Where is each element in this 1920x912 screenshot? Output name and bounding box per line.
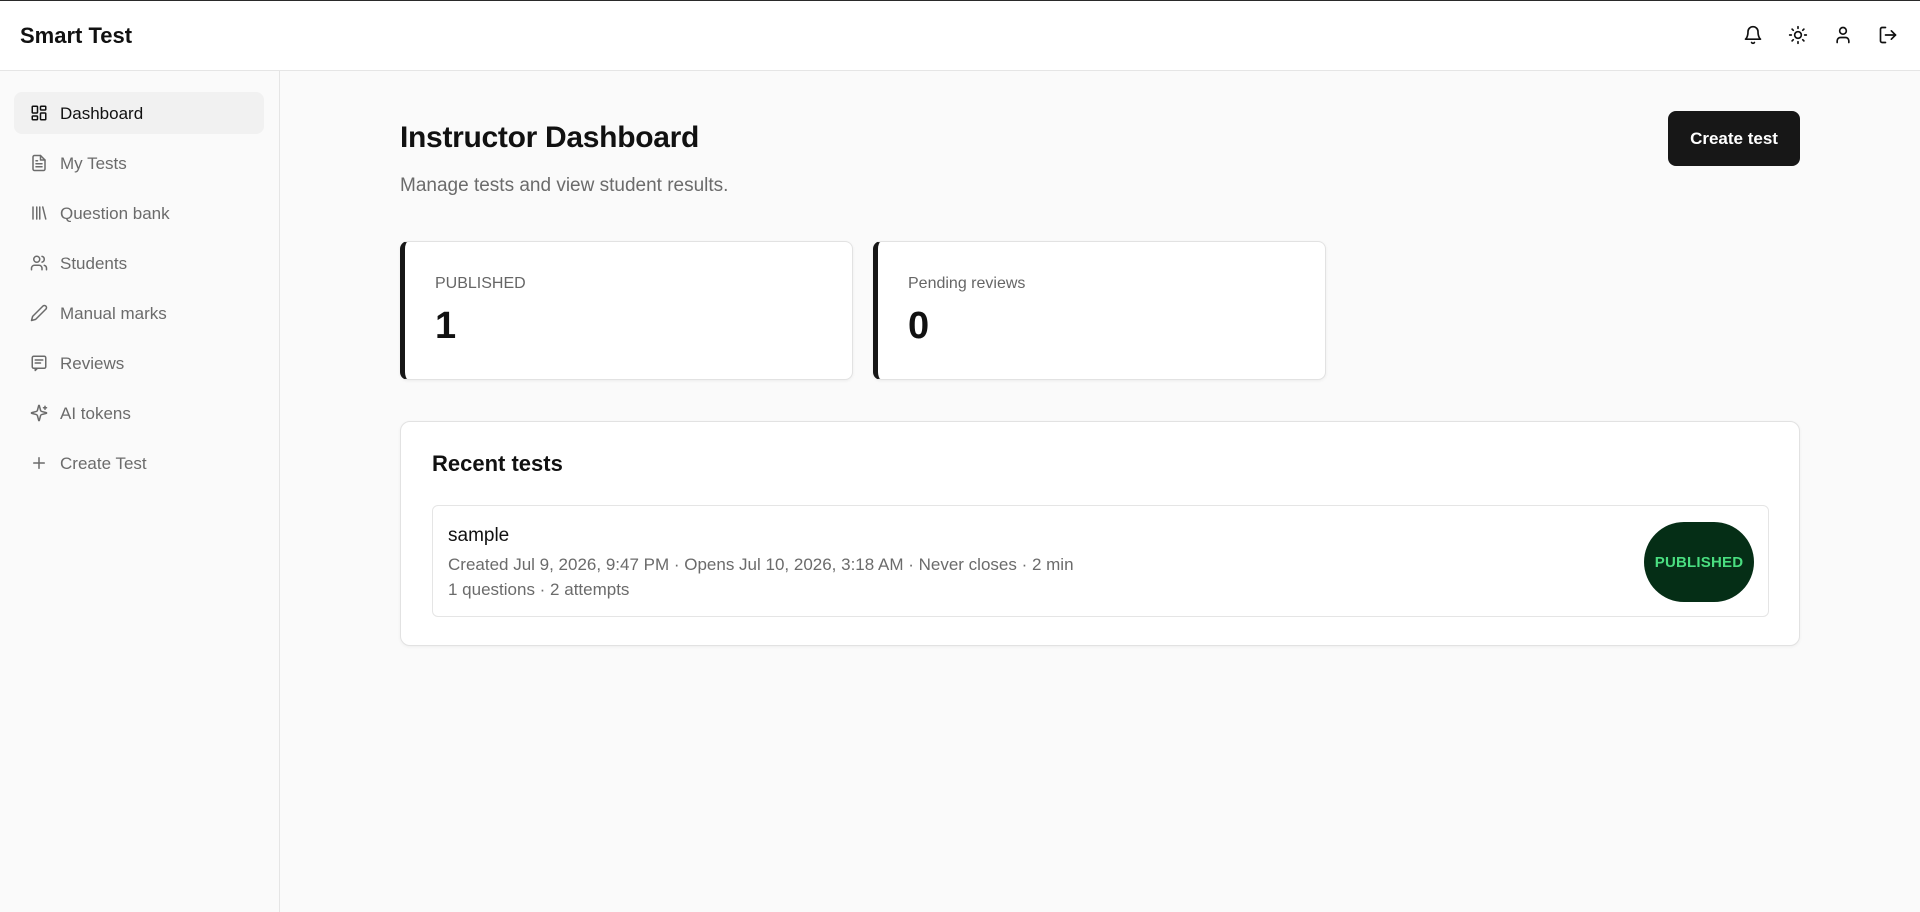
plus-icon [30, 454, 48, 472]
sidebar-item-label: Reviews [60, 353, 125, 373]
document-icon [30, 154, 48, 172]
sidebar-item-label: Students [60, 253, 128, 273]
top-bar: Smart Test [0, 0, 1920, 71]
dashboard-icon [30, 104, 48, 122]
logout-icon[interactable] [1876, 23, 1900, 47]
sidebar-item-label: Manual marks [60, 303, 167, 323]
stat-card-pending-reviews: Pending reviews 0 [873, 241, 1326, 380]
test-list-item[interactable]: sample Created Jul 9, 2026, 9:47 PM · Op… [432, 505, 1769, 617]
stat-value: 1 [435, 305, 457, 347]
users-icon [30, 254, 48, 272]
sidebar-item-manual-marks[interactable]: Manual marks [14, 292, 264, 334]
test-name: sample [448, 525, 510, 546]
sidebar-item-ai-tokens[interactable]: AI tokens [14, 392, 264, 434]
stat-card-published: PUBLISHED 1 [400, 241, 853, 380]
bell-icon[interactable] [1741, 23, 1765, 47]
stat-label: Pending reviews [908, 275, 1026, 292]
page-title: Instructor Dashboard [400, 121, 700, 154]
stat-value: 0 [908, 305, 930, 347]
sidebar-item-create-test[interactable]: Create Test [14, 442, 264, 484]
message-icon [30, 354, 48, 372]
sidebar-item-label: Dashboard [60, 103, 144, 123]
sidebar-item-question-bank[interactable]: Question bank [14, 192, 264, 234]
sidebar-item-reviews[interactable]: Reviews [14, 342, 264, 384]
create-test-button[interactable]: Create test [1668, 111, 1800, 166]
pencil-icon [30, 304, 48, 322]
sidebar: Dashboard My Tests Question bank Student… [0, 71, 280, 912]
sidebar-item-label: AI tokens [60, 403, 131, 423]
test-meta: Created Jul 9, 2026, 9:47 PM · Opens Jul… [448, 555, 1074, 574]
sidebar-item-dashboard[interactable]: Dashboard [14, 92, 264, 134]
recent-tests-card: Recent tests sample Created Jul 9, 2026,… [400, 421, 1800, 646]
sidebar-item-students[interactable]: Students [14, 242, 264, 284]
sidebar-item-label: Question bank [60, 203, 170, 223]
sun-icon[interactable] [1786, 23, 1810, 47]
sidebar-nav: Dashboard My Tests Question bank Student… [14, 92, 264, 492]
stat-label: PUBLISHED [435, 275, 526, 292]
sidebar-item-label: Create Test [60, 453, 147, 473]
recent-tests-title: Recent tests [432, 451, 563, 476]
status-badge: PUBLISHED [1644, 522, 1754, 602]
sparkles-icon [30, 404, 48, 422]
app-title[interactable]: Smart Test [20, 23, 132, 49]
page-subtitle: Manage tests and view student results. [400, 175, 729, 196]
library-icon [30, 204, 48, 222]
sidebar-item-label: My Tests [60, 153, 127, 173]
test-stats: 1 questions · 2 attempts [448, 580, 630, 599]
sidebar-item-my-tests[interactable]: My Tests [14, 142, 264, 184]
user-icon[interactable] [1831, 23, 1855, 47]
top-actions [1741, 23, 1900, 47]
